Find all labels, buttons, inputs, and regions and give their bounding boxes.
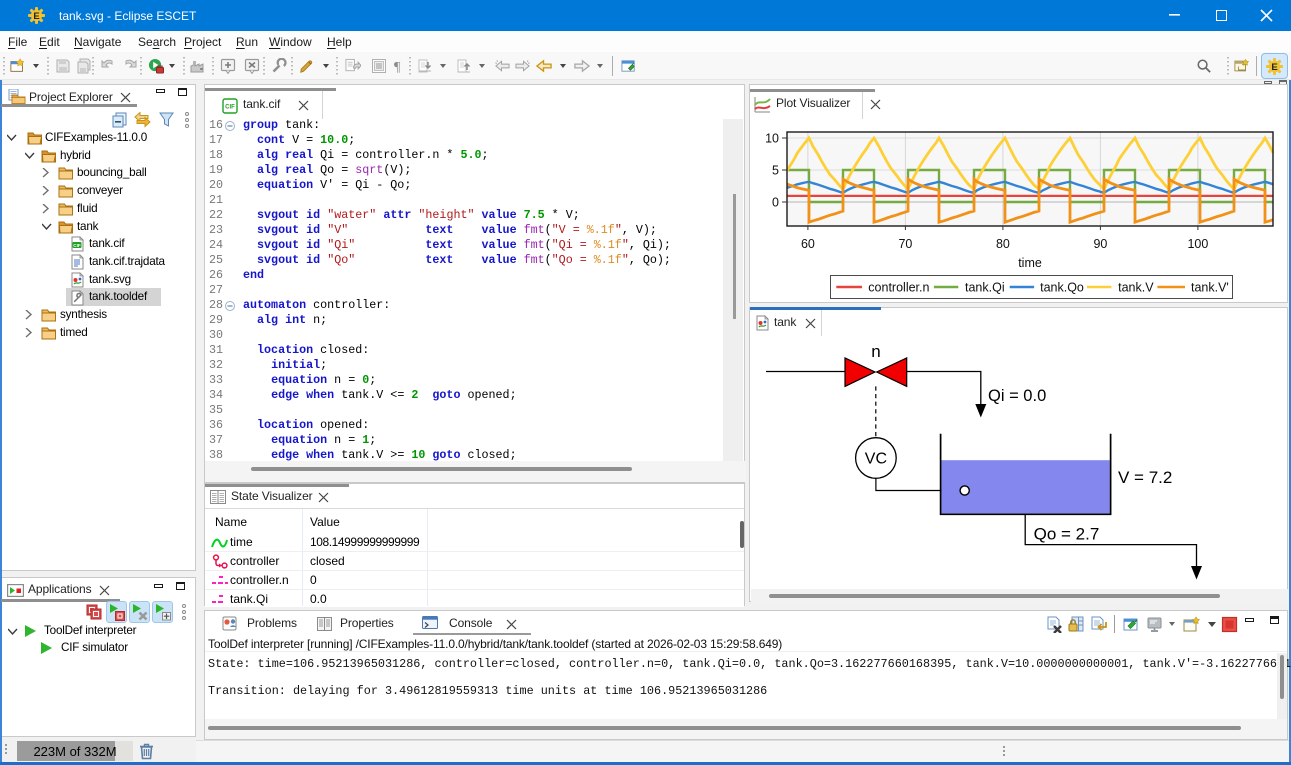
- svg-text:90: 90: [1093, 237, 1107, 251]
- svg-text:70: 70: [898, 237, 912, 251]
- svg-text:0: 0: [772, 196, 779, 210]
- svg-text:E: E: [1271, 62, 1277, 73]
- svg-text:tank.V': tank.V': [1191, 281, 1229, 295]
- svg-text:tank.Qo: tank.Qo: [1040, 281, 1084, 295]
- svg-text:CIF: CIF: [225, 105, 235, 111]
- svg-text:¶: ¶: [394, 60, 401, 74]
- svg-text:5: 5: [772, 164, 779, 178]
- svg-text:time: time: [1018, 256, 1042, 270]
- svg-text:E: E: [33, 11, 39, 22]
- svg-text:V = 7.2: V = 7.2: [1118, 468, 1172, 487]
- svg-text:tank.Qi: tank.Qi: [965, 281, 1005, 295]
- svg-text:10: 10: [765, 132, 779, 146]
- svg-text:CIF: CIF: [73, 243, 81, 248]
- svg-text:Qo = 2.7: Qo = 2.7: [1034, 525, 1100, 544]
- svg-text:60: 60: [801, 237, 815, 251]
- svg-text:Qi = 0.0: Qi = 0.0: [988, 387, 1046, 405]
- svg-text:n: n: [871, 342, 880, 361]
- svg-text:100: 100: [1187, 237, 1208, 251]
- svg-text:80: 80: [996, 237, 1010, 251]
- svg-text:tank.V: tank.V: [1118, 281, 1154, 295]
- svg-text:controller.n: controller.n: [868, 281, 929, 295]
- svg-text:VC: VC: [865, 451, 887, 468]
